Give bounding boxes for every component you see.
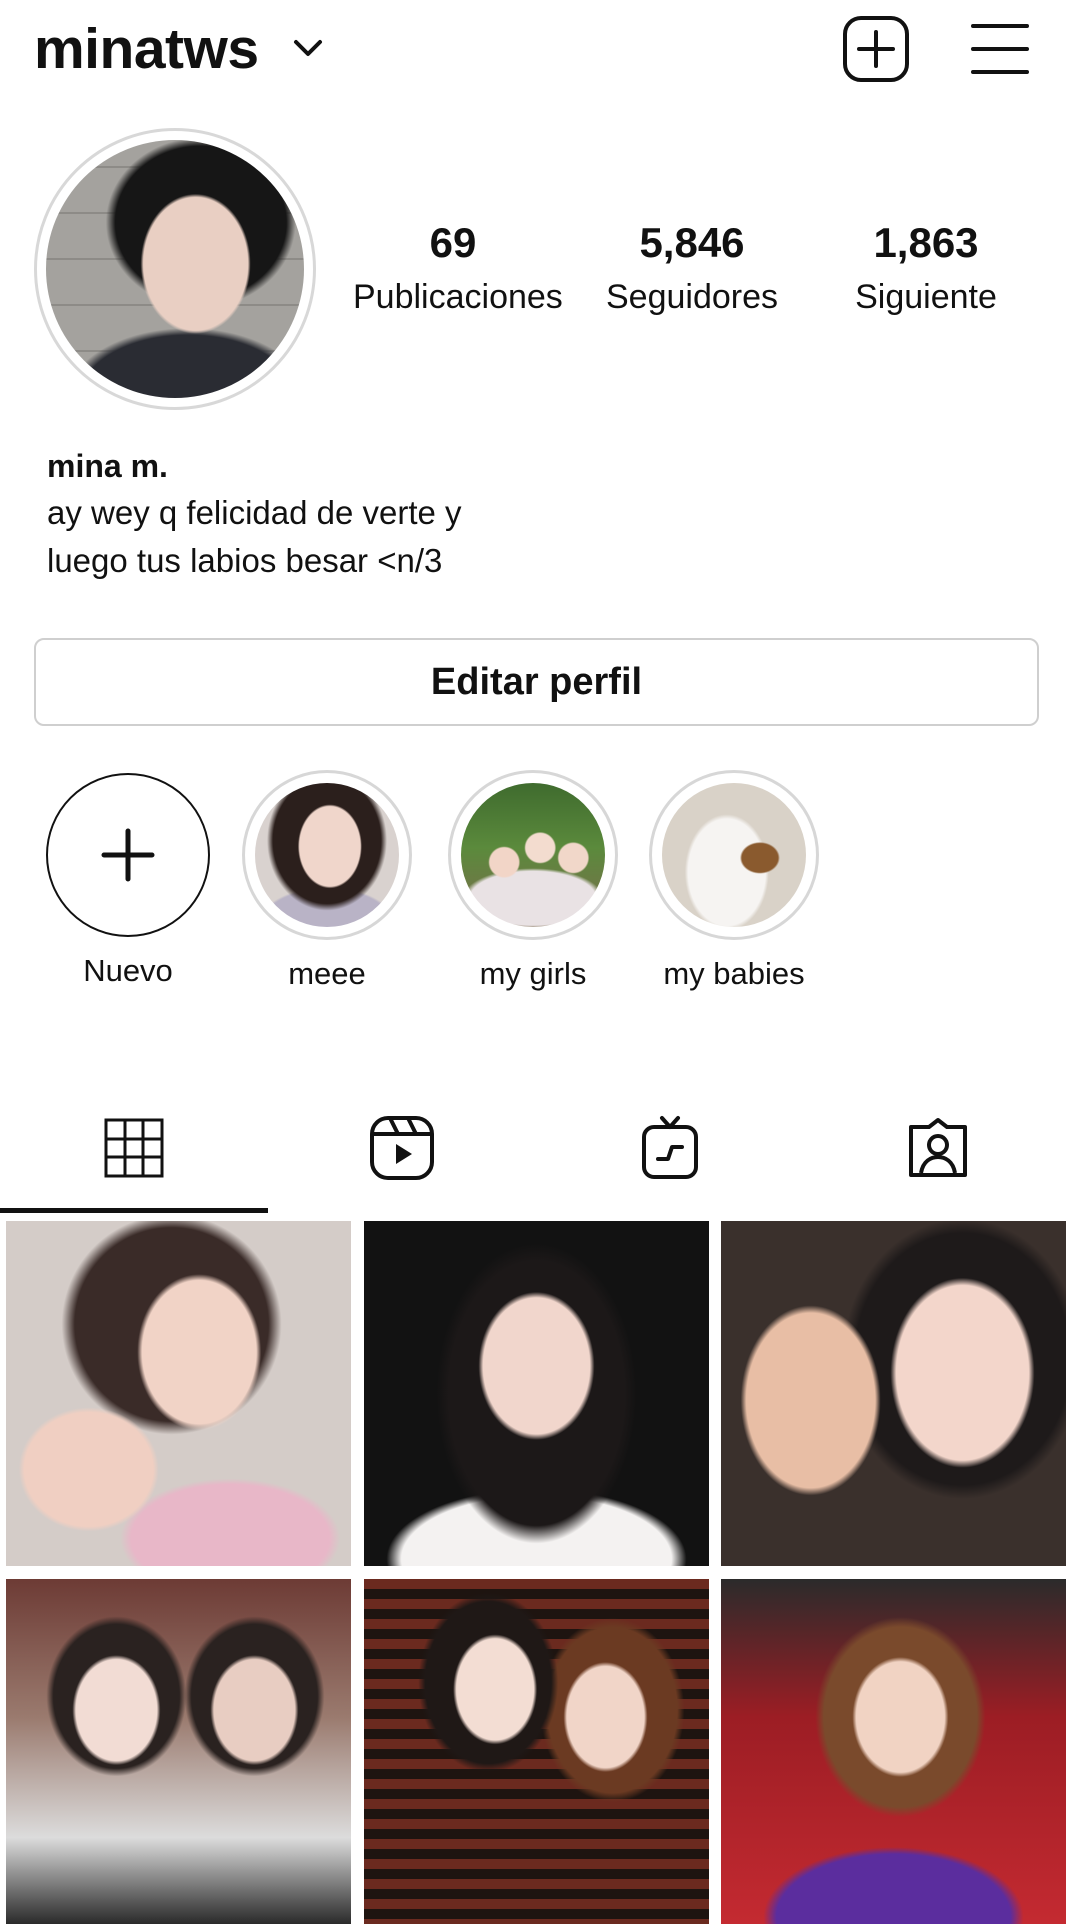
avatar[interactable]: [46, 140, 304, 398]
bio-text-line: ay wey q felicidad de verte y: [47, 494, 462, 531]
reels-icon: [368, 1114, 436, 1187]
tab-tagged[interactable]: [804, 1095, 1072, 1205]
tab-grid[interactable]: [0, 1095, 268, 1205]
highlight-label: my babies: [663, 956, 805, 991]
bio-text-line: luego tus labios besar <n/3: [47, 542, 443, 579]
highlight-my-girls[interactable]: my girls: [433, 770, 633, 994]
post-thumbnail[interactable]: [721, 1579, 1066, 1924]
post-thumbnail[interactable]: [364, 1579, 709, 1924]
profile-username[interactable]: minatws: [34, 14, 259, 84]
stat-posts-count: 69: [429, 219, 477, 266]
grid-icon: [103, 1117, 165, 1184]
highlight-cover: [461, 783, 605, 927]
highlight-new[interactable]: Nuevo: [28, 770, 228, 991]
igtv-icon: [640, 1115, 700, 1186]
highlight-cover: [662, 783, 806, 927]
highlight-meee[interactable]: meee: [227, 770, 427, 994]
edit-profile-button[interactable]: Editar perfil: [34, 638, 1039, 726]
stat-followers-count: 5,846: [639, 219, 745, 266]
chevron-down-icon[interactable]: [290, 30, 326, 66]
highlight-label: my girls: [479, 956, 587, 991]
highlight-ring: [448, 770, 618, 940]
tab-igtv[interactable]: [536, 1095, 804, 1205]
hamburger-menu-icon[interactable]: [970, 20, 1030, 78]
stat-followers[interactable]: 5,846 Seguidores: [592, 218, 792, 320]
post-thumbnail[interactable]: [364, 1221, 709, 1566]
highlight-cover: [255, 783, 399, 927]
plus-icon: [46, 773, 210, 937]
tagged-person-icon: [907, 1117, 969, 1184]
post-thumbnail[interactable]: [721, 1221, 1066, 1566]
stat-posts-label: Publicaciones: [353, 278, 563, 316]
highlight-ring: [242, 770, 412, 940]
active-tab-indicator: [0, 1208, 268, 1213]
stat-following-label: Siguiente: [855, 278, 997, 316]
stat-followers-label: Seguidores: [605, 278, 778, 316]
stat-following[interactable]: 1,863 Siguiente: [826, 218, 1026, 320]
stat-following-count: 1,863: [873, 219, 979, 266]
post-thumbnail[interactable]: [6, 1221, 351, 1566]
stat-posts[interactable]: 69 Publicaciones: [353, 218, 563, 320]
highlight-label: meee: [288, 956, 366, 991]
highlight-my-babies[interactable]: my babies: [634, 770, 834, 994]
highlight-label: Nuevo: [83, 953, 173, 988]
plus-square-icon[interactable]: [842, 15, 910, 83]
highlight-ring: [649, 770, 819, 940]
bio-name: mina m.: [47, 448, 168, 484]
tab-reels[interactable]: [268, 1095, 536, 1205]
post-thumbnail[interactable]: [6, 1579, 351, 1924]
